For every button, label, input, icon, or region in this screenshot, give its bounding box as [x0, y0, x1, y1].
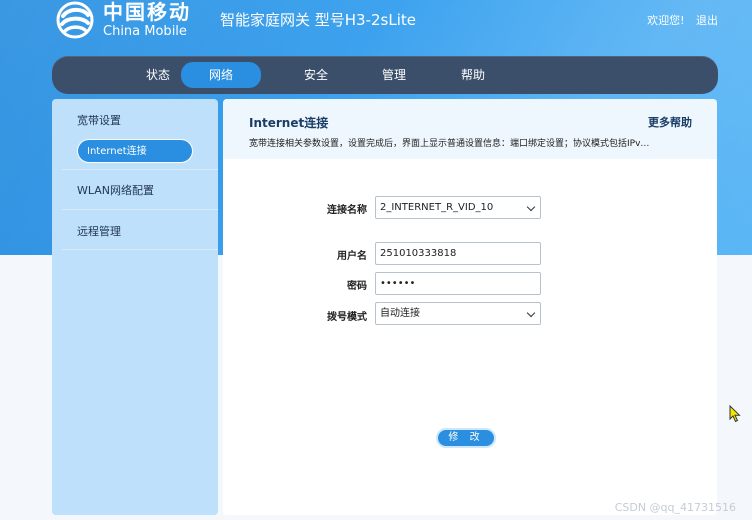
- brand-name-en: China Mobile: [103, 24, 187, 39]
- username-label: 用户名: [337, 251, 367, 262]
- nav-network[interactable]: 网络: [181, 62, 261, 88]
- sidebar-item-broadband[interactable]: 宽带设置: [52, 112, 121, 128]
- sidebar-divider: [62, 209, 218, 210]
- welcome-text: 欢迎您!: [647, 14, 685, 27]
- chevron-down-icon: [526, 202, 536, 212]
- nav-management[interactable]: 管理: [366, 62, 422, 88]
- dial-mode-label: 拨号模式: [327, 312, 367, 323]
- connection-name-select[interactable]: 2_INTERNET_R_VID_10: [375, 196, 541, 219]
- nav-help[interactable]: 帮助: [445, 62, 501, 88]
- brand-logo: 中国移动 China Mobile: [55, 0, 191, 40]
- content-panel: Internet连接 更多帮助 宽带连接相关参数设置，设置完成后，界面上显示普通…: [223, 99, 717, 515]
- sidebar-divider: [62, 169, 218, 170]
- model-title: 智能家庭网关 型号H3-2sLite: [220, 11, 416, 29]
- dial-mode-select[interactable]: 自动连接: [375, 302, 541, 325]
- password-input[interactable]: ••••••: [375, 272, 541, 295]
- modify-button[interactable]: 修 改: [436, 428, 496, 448]
- user-links: 欢迎您! 退出: [639, 12, 718, 28]
- main-nav: 状态 网络 安全 管理 帮助: [52, 56, 718, 94]
- brand-name-cn: 中国移动: [103, 0, 191, 24]
- nav-security[interactable]: 安全: [288, 62, 344, 88]
- page-title: Internet连接: [249, 116, 329, 130]
- connection-name-label: 连接名称: [327, 205, 367, 216]
- connection-name-value: 2_INTERNET_R_VID_10: [380, 202, 494, 213]
- watermark: CSDN @qq_41731516: [614, 501, 736, 514]
- page-description: 宽带连接相关参数设置，设置完成后，界面上显示普通设置信息：端口绑定设置；协议模式…: [249, 139, 650, 149]
- logout-link[interactable]: 退出: [696, 14, 718, 27]
- sidebar: 宽带设置 Internet连接 WLAN网络配置 远程管理: [52, 99, 218, 515]
- sidebar-item-wlan[interactable]: WLAN网络配置: [52, 182, 154, 198]
- chevron-down-icon: [526, 308, 536, 318]
- mouse-cursor-icon: [729, 405, 741, 423]
- sidebar-item-internet[interactable]: Internet连接: [77, 139, 193, 163]
- password-label: 密码: [347, 281, 367, 292]
- china-mobile-logo-icon: [56, 1, 94, 39]
- dial-mode-value: 自动连接: [380, 308, 420, 319]
- username-input[interactable]: 251010333818: [375, 242, 541, 265]
- nav-status[interactable]: 状态: [130, 62, 186, 88]
- sidebar-item-remote[interactable]: 远程管理: [52, 223, 121, 239]
- sidebar-divider: [62, 249, 218, 250]
- more-help-link[interactable]: 更多帮助: [648, 114, 692, 130]
- content-header: Internet连接 更多帮助 宽带连接相关参数设置，设置完成后，界面上显示普通…: [223, 99, 717, 159]
